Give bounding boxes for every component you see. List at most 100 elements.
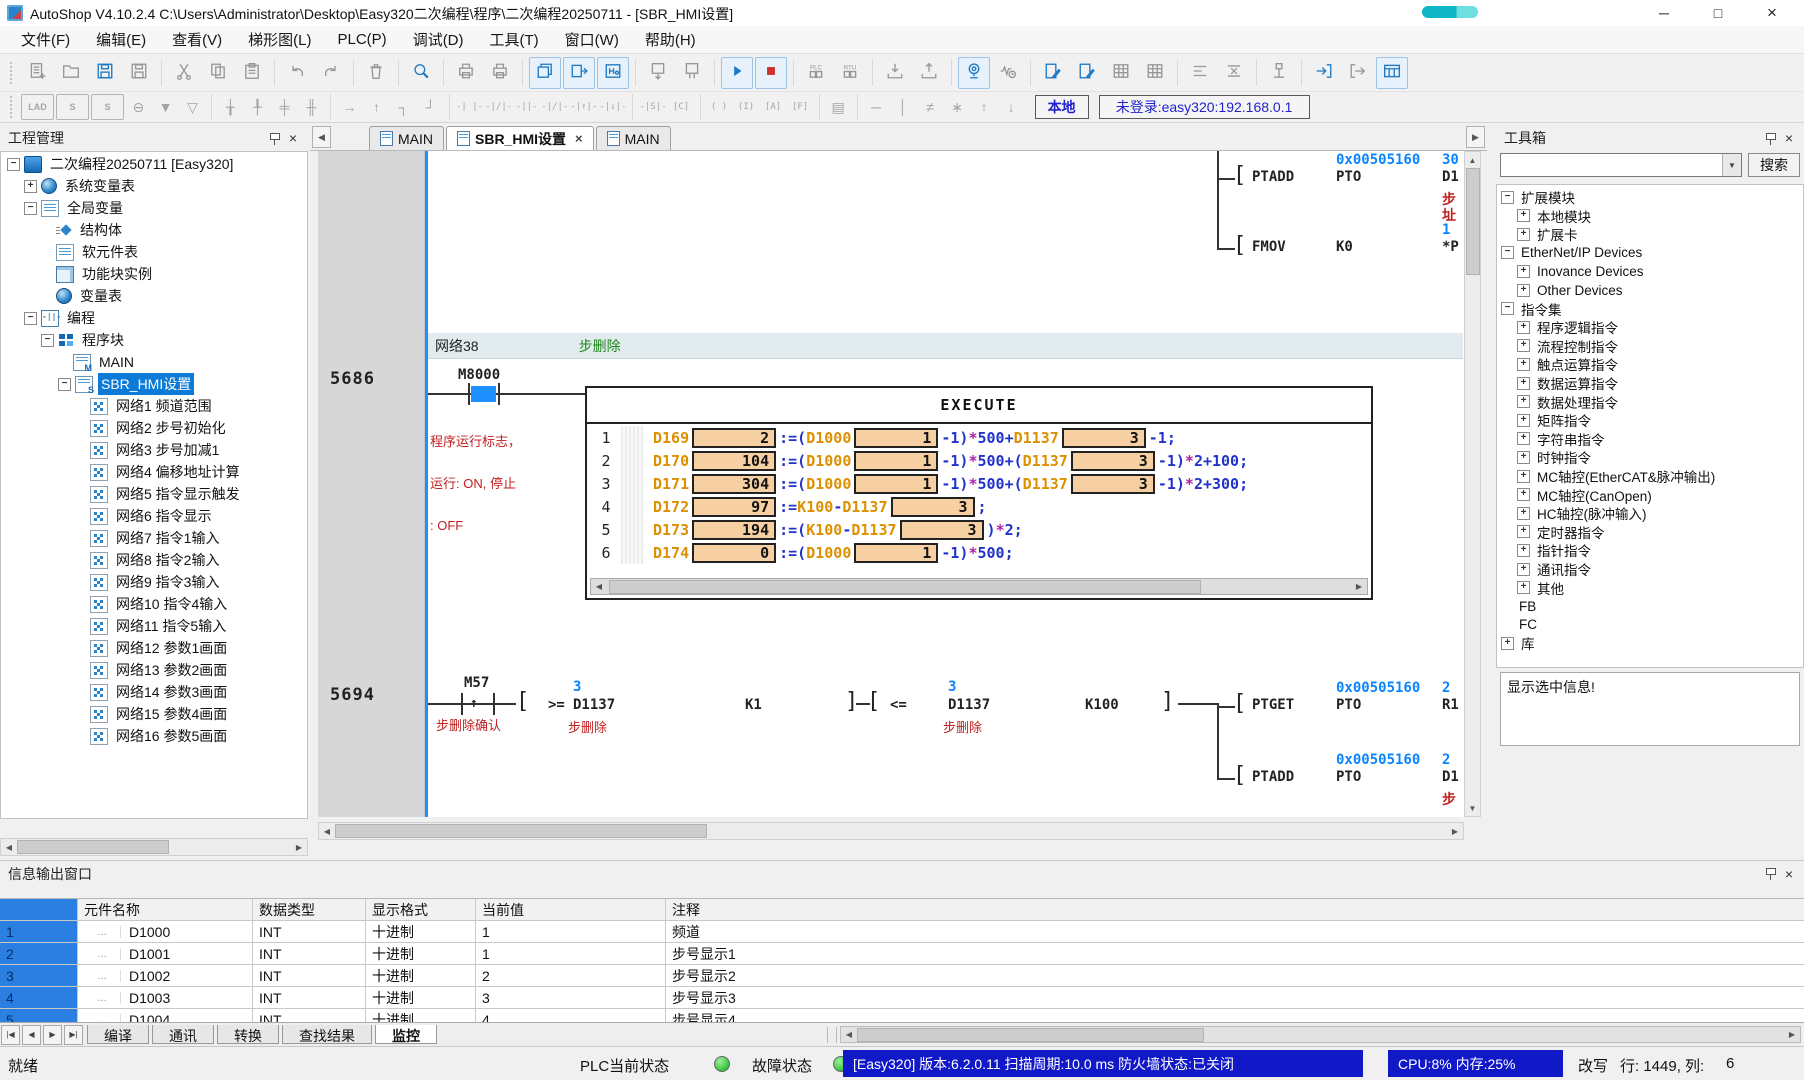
expand-icon[interactable]: + [1517, 414, 1530, 427]
func-instruction-button[interactable]: [F] [788, 95, 813, 119]
watch-table-row[interactable]: 1...D1000INT十进制1频道 [0, 921, 1804, 943]
online-edit-button[interactable] [1037, 57, 1069, 89]
search-button[interactable]: 搜索 [1748, 153, 1800, 177]
first-tab-icon[interactable]: |◀ [1, 1025, 20, 1045]
project-tree-item[interactable]: 变量表 [41, 286, 125, 306]
scroll-left-icon[interactable]: ◀ [591, 579, 607, 595]
current-value-cell[interactable]: 2 [476, 965, 666, 986]
instruction-name[interactable]: PTADD [1252, 769, 1294, 785]
expand-icon[interactable]: + [1517, 525, 1530, 538]
project-tree-item[interactable]: 网络2 步号初始化 [75, 418, 229, 438]
project-tree-item[interactable]: −全局变量 [24, 198, 126, 218]
lad-mode-button[interactable]: LAD [21, 94, 54, 120]
shortcut-settings-button[interactable] [597, 57, 629, 89]
scroll-left-icon[interactable]: ◀ [319, 823, 335, 839]
save-button[interactable] [89, 57, 121, 89]
stop-button[interactable] [755, 57, 787, 89]
display-format-cell[interactable]: 十进制 [366, 965, 476, 986]
row-number-cell[interactable]: 5 [0, 1009, 78, 1023]
menu-item[interactable]: 窗口(W) [552, 26, 632, 53]
menu-item[interactable]: 帮助(H) [632, 26, 709, 53]
pin-icon[interactable] [1765, 132, 1777, 145]
expand-icon[interactable]: + [1517, 563, 1530, 576]
expand-icon[interactable]: + [1517, 544, 1530, 557]
operand-value-box[interactable]: 1 [854, 474, 938, 494]
compare-device[interactable]: D1137 [573, 697, 615, 713]
project-tree-item[interactable]: −SBR_HMI设置 [58, 374, 194, 394]
current-value-cell[interactable]: 3 [476, 987, 666, 1008]
expand-icon[interactable]: + [1517, 507, 1530, 520]
operand-value-box[interactable]: 3 [1071, 451, 1155, 471]
pin-icon[interactable] [269, 132, 281, 145]
expand-icon[interactable]: + [1517, 581, 1530, 594]
close-panel-icon[interactable]: × [1782, 130, 1796, 146]
contact-open-b-button[interactable]: -||- [514, 95, 539, 119]
insert-line-button[interactable] [1184, 57, 1216, 89]
data-type-cell[interactable]: INT [253, 921, 366, 942]
project-tree-item[interactable]: 网络4 偏移地址计算 [75, 462, 243, 482]
display-format-cell[interactable]: 十进制 [366, 921, 476, 942]
toolbox-tree-item[interactable]: −EtherNet/IP Devices [1501, 243, 1645, 263]
display-format-cell[interactable]: 十进制 [366, 1009, 476, 1023]
operand-value-box[interactable]: 3 [1062, 428, 1146, 448]
result-operand[interactable]: R1 [1442, 697, 1459, 713]
output-hscrollbar[interactable]: ◀ ▶ [840, 1026, 1801, 1043]
usb-test-button[interactable] [1263, 57, 1295, 89]
instruction-operand[interactable]: PTO [1336, 769, 1361, 785]
current-value-cell[interactable]: 1 [476, 921, 666, 942]
result-operand[interactable]: D1 [1442, 169, 1459, 185]
line-delete-button[interactable]: ≠ [918, 95, 943, 119]
operand-value-box[interactable]: 2 [692, 428, 776, 448]
output-tab[interactable]: 监控 [375, 1025, 437, 1044]
close-panel-icon[interactable]: × [1782, 866, 1796, 882]
search-input[interactable] [1501, 154, 1722, 176]
compare-operand[interactable]: K1 [745, 697, 762, 713]
instruction-operand[interactable]: PTO [1336, 697, 1361, 713]
menu-item[interactable]: 文件(F) [8, 26, 83, 53]
merge-row-button[interactable]: ╫ [299, 95, 324, 119]
prev-tab-icon[interactable]: ◀ [22, 1025, 41, 1045]
data-type-cell[interactable]: INT [253, 965, 366, 986]
project-tree-item[interactable]: 网络8 指令2输入 [75, 550, 222, 570]
scroll-left-icon[interactable]: ◀ [1, 839, 17, 855]
toolbox-tree-item[interactable]: +扩展卡 [1517, 224, 1581, 244]
scroll-right-icon[interactable]: ▶ [1351, 579, 1367, 595]
instruction-operand[interactable]: K0 [1336, 239, 1353, 255]
line-vertical-button[interactable]: │ [891, 95, 916, 119]
delete-button[interactable] [360, 57, 392, 89]
login-button[interactable] [1308, 57, 1340, 89]
project-tree-item[interactable]: −二次编程20250711 [Easy320] [7, 154, 236, 174]
project-tree-item[interactable]: 功能块实例 [41, 264, 155, 284]
collapse-icon[interactable]: − [1501, 246, 1514, 259]
login-status-button[interactable]: 未登录:easy320:192.168.0.1 [1099, 95, 1310, 119]
find-button[interactable] [405, 57, 437, 89]
comment-cell[interactable]: 步号显示3 [666, 987, 1804, 1008]
menu-item[interactable]: PLC(P) [325, 28, 400, 51]
delete-line-button[interactable] [1218, 57, 1250, 89]
row-number-cell[interactable]: 3 [0, 965, 78, 986]
data-type-cell[interactable]: INT [253, 1009, 366, 1023]
project-tree-item[interactable]: 网络1 频道范围 [75, 396, 215, 416]
rising-edge-icon[interactable]: ↑ [470, 696, 478, 711]
project-tree-item[interactable]: 网络5 指令显示触发 [75, 484, 243, 504]
display-format-cell[interactable]: 十进制 [366, 943, 476, 964]
contact-closed-button[interactable]: -|/|- [485, 95, 512, 119]
editor-tab[interactable]: MAIN [369, 126, 444, 150]
instruction-name[interactable]: PTGET [1252, 697, 1294, 713]
project-tree-item[interactable]: 网络11 指令5输入 [75, 616, 229, 636]
upload-button[interactable] [913, 57, 945, 89]
run-button[interactable] [721, 57, 753, 89]
device-name-cell[interactable]: ...D1002 [78, 965, 253, 986]
expand-icon[interactable]: + [1517, 284, 1530, 297]
coil-output-button[interactable]: ( ) [707, 95, 732, 119]
draw-line-corner-button[interactable]: ┐ [391, 95, 416, 119]
scroll-thumb[interactable] [335, 824, 707, 838]
toolbox-tree-item[interactable]: +Inovance Devices [1517, 261, 1647, 281]
rtu-config-button[interactable]: RTU [834, 57, 866, 89]
project-tree-item[interactable]: 网络13 参数2画面 [75, 660, 230, 680]
browse-dots-icon[interactable]: ... [84, 970, 121, 982]
network-header[interactable]: 网络38 步删除 [428, 333, 1463, 359]
maximize-button[interactable]: □ [1692, 0, 1744, 26]
project-tree-hscrollbar[interactable]: ◀ ▶ [0, 838, 308, 856]
contact-rising-button[interactable]: -|↑|- [570, 95, 597, 119]
